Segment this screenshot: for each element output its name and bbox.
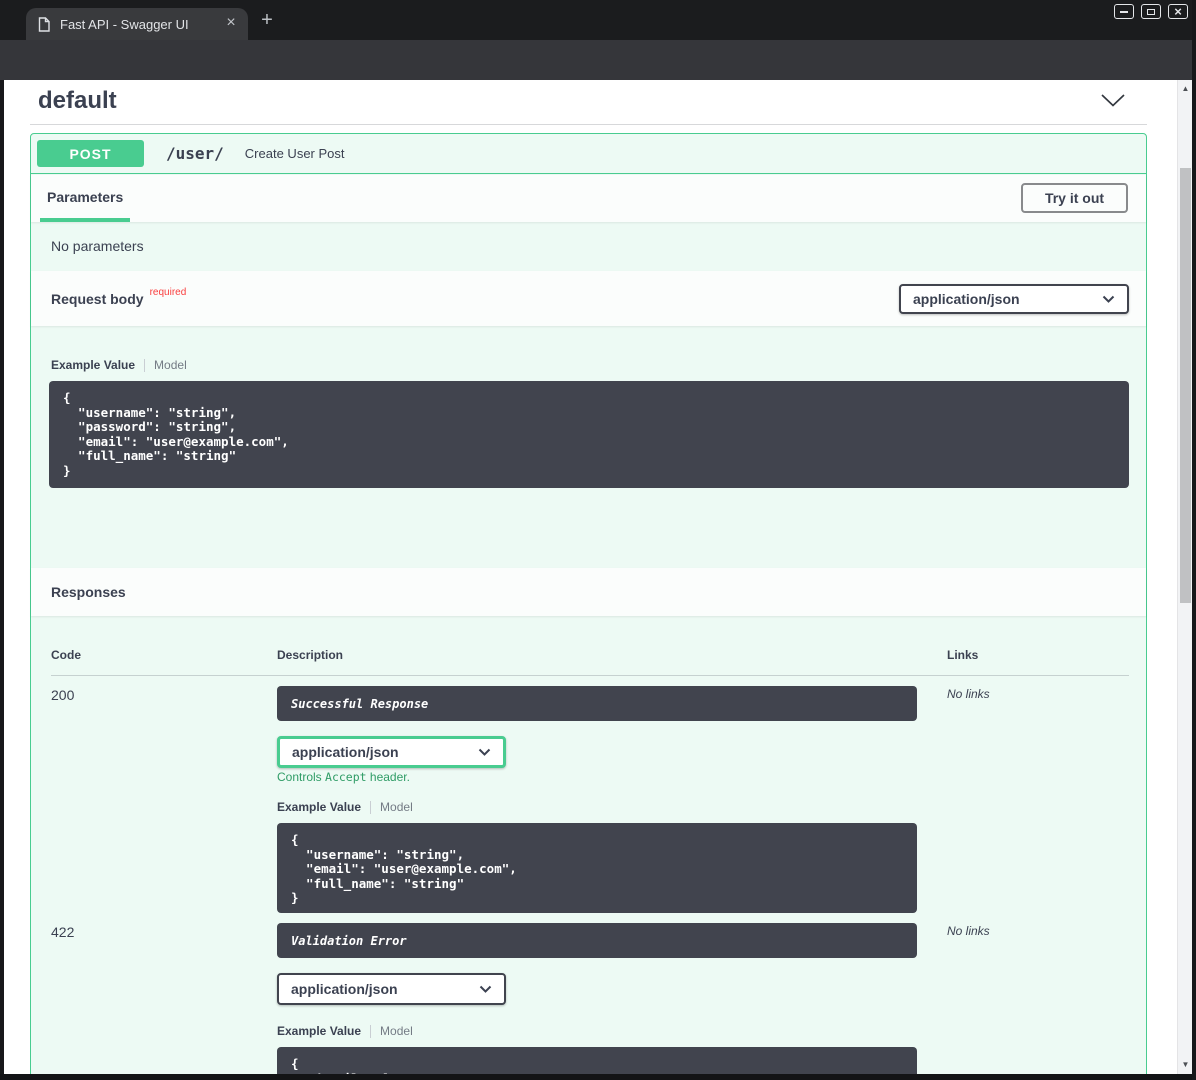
responses-header: Responses xyxy=(31,568,1146,616)
tab-separator xyxy=(144,359,145,372)
scrollbar-thumb[interactable] xyxy=(1180,168,1191,603)
accept-media-type-value: application/json xyxy=(292,744,399,760)
tab-model[interactable]: Model xyxy=(380,1024,413,1038)
opblock-post-user: POST /user/ Create User Post Parameters … xyxy=(30,133,1147,1074)
parameters-title: Parameters xyxy=(47,189,123,205)
accept-header-note: Controls Accept header. xyxy=(277,770,410,784)
tab-model[interactable]: Model xyxy=(154,358,187,372)
tag-section-header[interactable]: default xyxy=(4,80,1177,124)
tab-parameters[interactable]: Parameters xyxy=(40,175,130,222)
response-200-links: No links xyxy=(947,687,990,701)
response-200-example-code: { "username": "string", "email": "user@e… xyxy=(277,823,917,913)
responses-title: Responses xyxy=(51,584,126,600)
window-close-button[interactable]: × xyxy=(1168,4,1188,19)
no-parameters-text: No parameters xyxy=(51,238,144,254)
try-it-out-button[interactable]: Try it out xyxy=(1021,183,1128,213)
close-icon: × xyxy=(1174,7,1182,17)
tab-model[interactable]: Model xyxy=(380,800,413,814)
required-flag: required xyxy=(150,287,187,298)
window-right-frame xyxy=(1192,0,1196,1080)
response-422-example-tabs: Example Value Model xyxy=(277,1024,413,1038)
opblock-summary[interactable]: POST /user/ Create User Post xyxy=(31,134,1146,174)
window-minimize-button[interactable] xyxy=(1114,4,1134,19)
accept-media-type-select[interactable]: application/json xyxy=(277,736,506,768)
page-scrollbar[interactable]: ▲ ▼ xyxy=(1177,80,1192,1074)
endpoint-summary: Create User Post xyxy=(245,146,345,161)
response-422-description: Validation Error xyxy=(277,923,917,958)
response-code-200: 200 xyxy=(51,687,74,703)
new-tab-button[interactable]: + xyxy=(256,10,278,32)
page-favicon-icon xyxy=(38,17,50,32)
endpoint-path: /user/ xyxy=(166,144,224,163)
response-code-422: 422 xyxy=(51,924,74,940)
request-example-tabs: Example Value Model xyxy=(51,358,187,372)
swagger-page: default POST /user/ Create User Post Par… xyxy=(4,80,1177,1074)
browser-tab[interactable]: Fast API - Swagger UI × xyxy=(26,8,248,40)
window-maximize-button[interactable] xyxy=(1141,4,1161,19)
scroll-up-icon[interactable]: ▲ xyxy=(1178,80,1193,96)
chevron-down-icon xyxy=(1102,295,1115,303)
request-body-title: Request body xyxy=(51,291,144,307)
browser-toolbar: 127.0.0.1:8000/docs ☆ xyxy=(0,40,1196,80)
table-header-divider xyxy=(51,675,1129,676)
section-divider xyxy=(30,124,1147,125)
tab-strip: Fast API - Swagger UI × + × xyxy=(0,0,1196,40)
tab-example-value[interactable]: Example Value xyxy=(277,1024,361,1038)
request-media-type-select[interactable]: application/json xyxy=(899,284,1129,314)
column-links: Links xyxy=(947,648,978,662)
response-422-links: No links xyxy=(947,924,990,938)
chevron-down-icon xyxy=(479,985,492,993)
tab-example-value[interactable]: Example Value xyxy=(277,800,361,814)
window-bottom-frame xyxy=(0,1074,1196,1080)
tab-title: Fast API - Swagger UI xyxy=(60,17,222,32)
parameters-header: Parameters Try it out xyxy=(31,175,1146,222)
request-media-type-value: application/json xyxy=(913,291,1020,307)
tab-separator xyxy=(370,1025,371,1038)
method-badge: POST xyxy=(37,140,144,167)
request-body-header: Request body required application/json xyxy=(31,271,1146,326)
scroll-down-icon[interactable]: ▼ xyxy=(1178,1056,1193,1072)
response-422-media-type-value: application/json xyxy=(291,981,398,997)
request-example-code: { "username": "string", "password": "str… xyxy=(49,381,1129,488)
maximize-icon xyxy=(1147,9,1155,15)
minimize-icon xyxy=(1120,11,1128,13)
response-422-example-code: { "detail": [ xyxy=(277,1047,917,1074)
column-code: Code xyxy=(51,648,81,662)
tab-separator xyxy=(370,801,371,814)
response-422-media-type-select[interactable]: application/json xyxy=(277,973,506,1005)
collapse-chevron-icon[interactable] xyxy=(1100,93,1126,113)
column-description: Description xyxy=(277,648,343,662)
response-200-description: Successful Response xyxy=(277,686,917,721)
tag-section-title: default xyxy=(38,87,117,115)
tab-example-value[interactable]: Example Value xyxy=(51,358,135,372)
chevron-down-icon xyxy=(478,748,491,756)
tab-close-icon[interactable]: × xyxy=(222,15,240,33)
response-200-example-tabs: Example Value Model xyxy=(277,800,413,814)
